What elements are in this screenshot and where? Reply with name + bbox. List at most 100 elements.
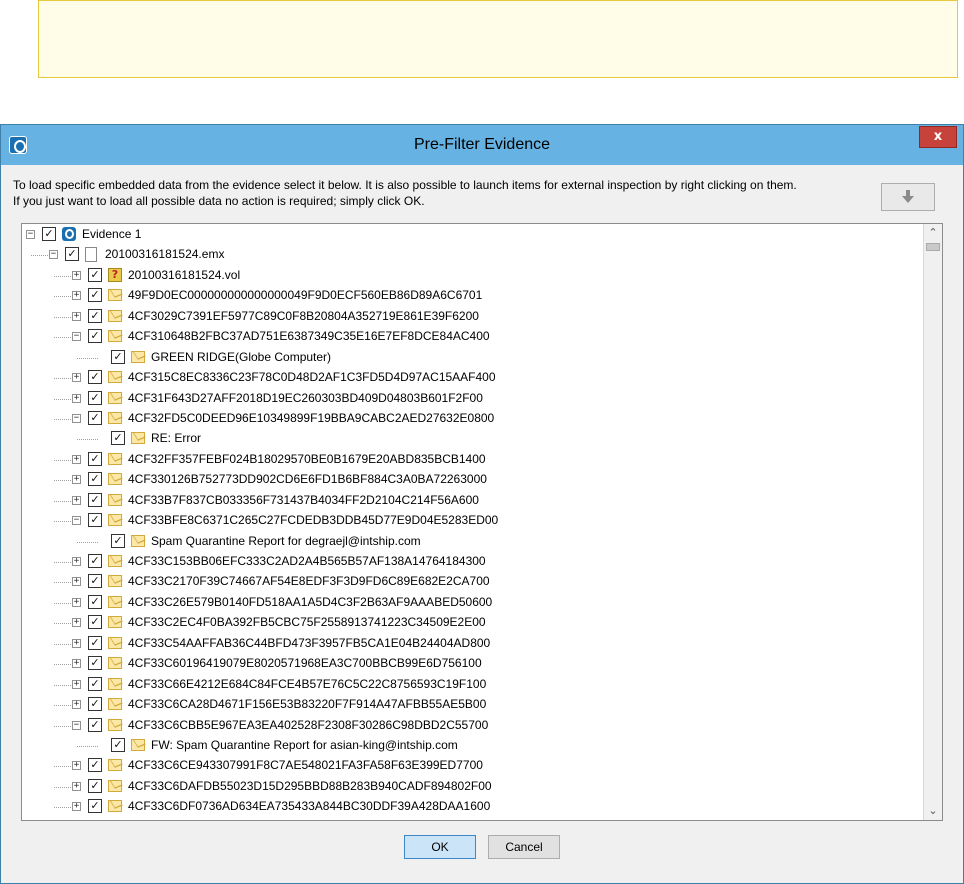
item-checkbox[interactable]: ✓ bbox=[42, 227, 56, 241]
tree-row[interactable]: + ✓ 4CF3029C7391EF5977C89C0F8B20804A352719… bbox=[22, 307, 922, 327]
item-checkbox[interactable]: ✓ bbox=[88, 574, 102, 589]
expand-icon[interactable]: + bbox=[72, 577, 81, 587]
collapse-icon[interactable]: − bbox=[72, 332, 81, 342]
tree-row[interactable]: ✓ Spam Quarantine Report for degraejl@int… bbox=[22, 532, 922, 552]
item-checkbox[interactable]: ✓ bbox=[88, 778, 102, 793]
tree-row[interactable]: + ✓ 4CF33C66E4212E684C84FCE4B57E76C5C22C87… bbox=[22, 675, 922, 695]
item-checkbox[interactable]: ✓ bbox=[88, 308, 102, 323]
expand-icon[interactable]: + bbox=[72, 618, 81, 628]
tree-row[interactable]: + ✓ 4CF33C6DAFDB55023D15D295BBD88B283B940C… bbox=[22, 777, 922, 797]
tree-row[interactable]: + ✓ 4CF33C60196419079E8020571968EA3C700BBC… bbox=[22, 654, 922, 674]
expand-icon[interactable]: + bbox=[72, 781, 81, 791]
item-checkbox[interactable]: ✓ bbox=[88, 554, 102, 568]
mail-icon bbox=[108, 452, 122, 465]
expand-icon[interactable]: + bbox=[72, 291, 81, 301]
tree-row[interactable]: + ✓ 4CF33C2EC4F0BA392FB5CBC75F255891374122… bbox=[22, 613, 922, 633]
expand-icon[interactable]: + bbox=[72, 311, 81, 321]
tree-row[interactable]: + ✓ 4CF330126B752773DD902CD6E6FD1B6BF884C3… bbox=[22, 470, 922, 490]
scroll-down-icon[interactable]: ⌄ bbox=[924, 802, 942, 820]
scroll-up-icon[interactable]: ⌃ bbox=[924, 224, 942, 242]
tree-row[interactable]: − ✓ 4CF32FD5C0DEED96E10349899F19BBA9CABC2A… bbox=[22, 409, 922, 429]
item-checkbox[interactable]: ✓ bbox=[88, 676, 102, 691]
expand-icon[interactable]: + bbox=[72, 679, 81, 689]
item-checkbox[interactable]: ✓ bbox=[88, 390, 102, 405]
item-checkbox[interactable]: ✓ bbox=[88, 513, 102, 528]
item-checkbox[interactable]: ✓ bbox=[111, 737, 125, 752]
vertical-scrollbar[interactable]: ⌃ ⌄ bbox=[923, 224, 942, 820]
cancel-button[interactable]: Cancel bbox=[488, 835, 560, 859]
expand-icon[interactable]: + bbox=[72, 597, 81, 607]
collapse-icon[interactable]: − bbox=[72, 720, 81, 730]
item-checkbox[interactable]: ✓ bbox=[88, 329, 102, 344]
tree-row[interactable]: + ✓ 4CF33C153BB06EFC333C2AD2A4B565B57AF138… bbox=[22, 552, 922, 572]
tree-row[interactable]: + ✓ 4CF33C54AAFFAB36C44BFD473F3957FB5CA1E0… bbox=[22, 634, 922, 654]
expand-icon[interactable]: + bbox=[72, 495, 81, 505]
item-checkbox[interactable]: ✓ bbox=[88, 288, 102, 303]
mail-icon bbox=[108, 636, 122, 649]
close-button[interactable]: x bbox=[919, 126, 957, 148]
item-checkbox[interactable]: ✓ bbox=[88, 370, 102, 385]
expand-icon[interactable]: + bbox=[72, 700, 81, 710]
evidence-tree[interactable]: − ✓ Evidence 1− ✓ 20100316181524.emx + ✓? 20100… bbox=[21, 223, 943, 821]
item-checkbox[interactable]: ✓ bbox=[111, 533, 125, 548]
tree-row[interactable]: − ✓ 4CF33C6CBB5E967EA3EA402528F2308F30286C… bbox=[22, 716, 922, 736]
item-checkbox[interactable]: ✓ bbox=[88, 635, 102, 650]
tree-row[interactable]: + ✓? 20100316181524.vol bbox=[22, 266, 922, 286]
tree-row[interactable]: − ✓ 4CF33BFE8C6371C265C27FCDEDB3DDB45D77E9… bbox=[22, 511, 922, 531]
item-checkbox[interactable]: ✓ bbox=[88, 758, 102, 773]
tree-row[interactable]: − ✓ 20100316181524.emx bbox=[22, 245, 922, 265]
item-checkbox[interactable]: ✓ bbox=[88, 656, 102, 671]
item-checkbox[interactable]: ✓ bbox=[88, 697, 102, 712]
tree-row[interactable]: + ✓ 4CF33C26E579B0140FD518AA1A5D4C3F2B63AF… bbox=[22, 593, 922, 613]
tree-row[interactable]: + ✓ 49F9D0EC000000000000000049F9D0ECF560EB… bbox=[22, 286, 922, 306]
tree-row[interactable]: + ✓ 4CF33C6DF0736AD634EA735433A844BC30DDF3… bbox=[22, 797, 922, 817]
item-checkbox[interactable]: ✓ bbox=[65, 247, 79, 262]
mail-icon bbox=[108, 595, 122, 608]
expand-icon[interactable]: + bbox=[72, 802, 81, 812]
title-bar[interactable]: Pre-Filter Evidence x bbox=[1, 125, 963, 165]
tree-row[interactable]: + ✓ 4CF32FF357FEBF024B18029570BE0B1679E20A… bbox=[22, 450, 922, 470]
item-checkbox[interactable]: ✓ bbox=[88, 472, 102, 487]
tree-row[interactable]: ✓ RE: Error bbox=[22, 429, 922, 449]
expand-icon[interactable]: + bbox=[72, 761, 81, 771]
tree-row[interactable]: − ✓ Evidence 1 bbox=[22, 225, 922, 245]
expand-icon[interactable]: + bbox=[72, 659, 81, 669]
collapse-icon[interactable]: − bbox=[26, 230, 35, 239]
tree-row[interactable]: + ✓ 4CF33B7F837CB033356F731437B4034FF2D210… bbox=[22, 491, 922, 511]
expand-icon[interactable]: + bbox=[72, 454, 81, 464]
tree-row[interactable]: + ✓ 4CF33C6CE943307991F8C7AE548021FA3FA58F… bbox=[22, 756, 922, 776]
item-checkbox[interactable]: ✓ bbox=[88, 410, 102, 425]
description-line-2: If you just want to load all possible da… bbox=[13, 194, 425, 208]
item-checkbox[interactable]: ✓ bbox=[88, 594, 102, 609]
collapse-icon[interactable]: − bbox=[72, 516, 81, 526]
expand-icon[interactable]: + bbox=[72, 638, 81, 648]
item-checkbox[interactable]: ✓ bbox=[88, 267, 102, 282]
tree-row[interactable]: ✓ GREEN RIDGE(Globe Computer) bbox=[22, 348, 922, 368]
tree-row[interactable]: ✓ FW: Spam Quarantine Report for asian-ki… bbox=[22, 736, 922, 756]
collapse-icon[interactable]: − bbox=[72, 413, 81, 423]
collapse-icon[interactable]: − bbox=[49, 250, 58, 260]
item-checkbox[interactable]: ✓ bbox=[111, 349, 125, 364]
ok-button[interactable]: OK bbox=[404, 835, 476, 859]
item-checkbox[interactable]: ✓ bbox=[88, 492, 102, 507]
move-down-button[interactable] bbox=[881, 183, 935, 211]
tree-row[interactable]: + ✓ 4CF33C2170F39C74667AF54E8EDF3F3D9FD6C8… bbox=[22, 572, 922, 592]
mail-icon bbox=[108, 698, 122, 711]
mail-icon bbox=[108, 391, 122, 404]
item-checkbox[interactable]: ✓ bbox=[88, 451, 102, 466]
scroll-thumb[interactable] bbox=[926, 243, 940, 251]
tree-row[interactable]: + ✓ 4CF31F643D27AFF2018D19EC260303BD409D04… bbox=[22, 389, 922, 409]
tree-connector bbox=[77, 745, 98, 747]
expand-icon[interactable]: + bbox=[72, 475, 81, 485]
expand-icon[interactable]: + bbox=[72, 557, 81, 566]
expand-icon[interactable]: + bbox=[72, 270, 81, 280]
tree-row[interactable]: + ✓ 4CF33C6CA28D4671F156E53B83220F7F914A47… bbox=[22, 695, 922, 715]
item-checkbox[interactable]: ✓ bbox=[88, 799, 102, 814]
item-checkbox[interactable]: ✓ bbox=[111, 431, 125, 446]
tree-row[interactable]: + ✓ 4CF315C8EC8336C23F78C0D48D2AF1C3FD5D4D… bbox=[22, 368, 922, 388]
item-checkbox[interactable]: ✓ bbox=[88, 615, 102, 630]
expand-icon[interactable]: + bbox=[72, 373, 81, 383]
expand-icon[interactable]: + bbox=[72, 393, 81, 403]
item-checkbox[interactable]: ✓ bbox=[88, 717, 102, 732]
tree-row[interactable]: − ✓ 4CF310648B2FBC37AD751E6387349C35E16E7E… bbox=[22, 327, 922, 347]
